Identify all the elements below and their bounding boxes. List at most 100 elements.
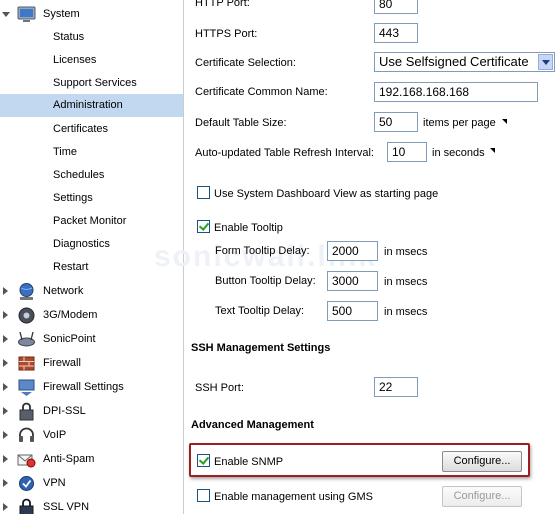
certificate-selection-label: Certificate Selection: — [195, 57, 296, 69]
dashboard-start-checkbox[interactable] — [197, 186, 210, 199]
nav-item-anti-spam[interactable]: Anti-Spam — [0, 448, 183, 471]
ssh-section-title: SSH Management Settings — [191, 342, 331, 354]
nav-item-ssl-vpn[interactable]: SSL VPN — [0, 496, 183, 514]
nav-sub-settings[interactable]: Settings — [0, 187, 183, 210]
nav-item-label: Anti-Spam — [43, 453, 95, 465]
enable-tooltip-label: Enable Tooltip — [214, 222, 283, 234]
expand-arrow-icon[interactable] — [3, 503, 8, 511]
form-tooltip-delay-unit: in msecs — [384, 246, 428, 258]
nav-sub-label: Licenses — [53, 54, 97, 66]
chevron-down-icon[interactable] — [538, 54, 553, 70]
refresh-interval-unit: in seconds — [432, 147, 485, 159]
nav-item-label: VPN — [43, 477, 66, 489]
certificate-common-name-input[interactable]: 192.168.168.168 — [374, 82, 538, 102]
refresh-interval-label: Auto-updated Table Refresh Interval: — [195, 147, 374, 159]
help-tick-icon — [490, 148, 495, 153]
nav-item-label: SSL VPN — [43, 501, 90, 513]
dashboard-start-label: Use System Dashboard View as starting pa… — [214, 188, 439, 200]
gms-configure-button[interactable]: Configure... — [442, 486, 522, 507]
nav-item-vpn[interactable]: VPN — [0, 472, 183, 495]
help-tick-icon — [502, 119, 507, 124]
nav-item-dpi-ssl[interactable]: DPI-SSL — [0, 400, 183, 423]
firewall-settings-icon — [18, 379, 35, 396]
nav-sub-label: Restart — [53, 261, 89, 273]
system-monitor-icon — [17, 6, 36, 22]
certificate-selection-dropdown[interactable]: Use Selfsigned Certificate — [374, 52, 555, 72]
certificate-common-name-label: Certificate Common Name: — [195, 86, 328, 98]
button-tooltip-delay-label: Button Tooltip Delay: — [215, 275, 316, 287]
nav-item-label: Firewall Settings — [43, 381, 124, 393]
certificate-selection-value: Use Selfsigned Certificate — [379, 54, 529, 69]
nav-item-system[interactable]: System — [0, 3, 183, 26]
default-table-size-label: Default Table Size: — [195, 117, 287, 129]
nav-item-sonicpoint[interactable]: SonicPoint — [0, 328, 183, 351]
http-port-input[interactable]: 80 — [374, 0, 418, 14]
advanced-section-title: Advanced Management — [191, 419, 314, 431]
nav-item-label: VoIP — [43, 429, 67, 441]
nav-sub-schedules[interactable]: Schedules — [0, 164, 183, 187]
sonicpoint-icon — [18, 331, 35, 347]
nav-sub-label: Status — [53, 31, 85, 43]
nav-sub-time[interactable]: Time — [0, 141, 183, 164]
expand-arrow-icon[interactable] — [3, 407, 8, 415]
vpn-icon — [19, 476, 34, 491]
nav-item-label: DPI-SSL — [43, 405, 86, 417]
nav-item-firewall[interactable]: Firewall — [0, 352, 183, 375]
nav-sub-support-services[interactable]: Support Services — [0, 72, 183, 95]
text-tooltip-delay-label: Text Tooltip Delay: — [215, 305, 305, 317]
https-port-label: HTTPS Port: — [195, 28, 258, 40]
dpi-ssl-icon — [19, 402, 34, 421]
ssh-port-input[interactable]: 22 — [374, 377, 418, 397]
expand-arrow-icon[interactable] — [3, 359, 8, 367]
expand-arrow-icon[interactable] — [3, 383, 8, 391]
expand-arrow-icon[interactable] — [3, 311, 8, 319]
button-tooltip-delay-unit: in msecs — [384, 276, 428, 288]
nav-sub-label: Time — [53, 146, 78, 158]
nav-sub-certificates[interactable]: Certificates — [0, 118, 183, 141]
enable-tooltip-checkbox[interactable] — [197, 220, 210, 233]
default-table-size-input[interactable]: 50 — [374, 112, 418, 132]
nav-item-firewall-settings[interactable]: Firewall Settings — [0, 376, 183, 399]
text-tooltip-delay-unit: in msecs — [384, 306, 428, 318]
expand-arrow-icon[interactable] — [3, 335, 8, 343]
nav-item-label: System — [43, 8, 80, 20]
http-port-label: HTTP Port: — [195, 0, 250, 9]
expand-arrow-icon[interactable] — [3, 479, 8, 487]
nav-sub-licenses[interactable]: Licenses — [0, 49, 183, 72]
nav-sub-label: Schedules — [53, 169, 105, 181]
nav-item-3g-modem[interactable]: 3G/Modem — [0, 304, 183, 327]
expand-arrow-icon[interactable] — [3, 431, 8, 439]
default-table-size-unit: items per page — [423, 117, 496, 129]
form-tooltip-delay-input[interactable]: 2000 — [327, 241, 378, 261]
modem-icon — [18, 307, 35, 324]
anti-spam-icon — [17, 454, 36, 468]
refresh-interval-input[interactable]: 10 — [387, 142, 427, 162]
expand-arrow-icon[interactable] — [3, 455, 8, 463]
nav-item-label: 3G/Modem — [43, 309, 98, 321]
nav-sub-status[interactable]: Status — [0, 26, 183, 49]
enable-gms-label: Enable management using GMS — [214, 491, 373, 503]
nav-sub-packet-monitor[interactable]: Packet Monitor — [0, 210, 183, 233]
nav-item-label: SonicPoint — [43, 333, 96, 345]
nav-sub-administration[interactable]: Administration — [0, 94, 183, 117]
https-port-input[interactable]: 443 — [374, 23, 418, 43]
nav-sub-label: Diagnostics — [53, 238, 110, 250]
network-globe-icon — [19, 283, 34, 300]
button-tooltip-delay-input[interactable]: 3000 — [327, 271, 378, 291]
collapse-arrow-icon[interactable] — [2, 12, 10, 17]
ssh-port-label: SSH Port: — [195, 382, 244, 394]
administration-panel: HTTP Port: 80 HTTPS Port: 443 Certificat… — [154, 0, 558, 514]
nav-item-network[interactable]: Network — [0, 280, 183, 303]
ssl-vpn-icon — [19, 498, 34, 514]
enable-snmp-checkbox[interactable] — [197, 454, 210, 467]
snmp-configure-button[interactable]: Configure... — [442, 451, 522, 472]
nav-item-label: Network — [43, 285, 84, 297]
expand-arrow-icon[interactable] — [3, 287, 8, 295]
form-tooltip-delay-label: Form Tooltip Delay: — [215, 245, 310, 257]
text-tooltip-delay-input[interactable]: 500 — [327, 301, 378, 321]
nav-item-voip[interactable]: VoIP — [0, 424, 183, 447]
nav-sub-label: Packet Monitor — [53, 215, 127, 227]
nav-sub-label: Settings — [53, 192, 93, 204]
enable-gms-checkbox[interactable] — [197, 489, 210, 502]
nav-sub-label: Certificates — [53, 123, 109, 135]
